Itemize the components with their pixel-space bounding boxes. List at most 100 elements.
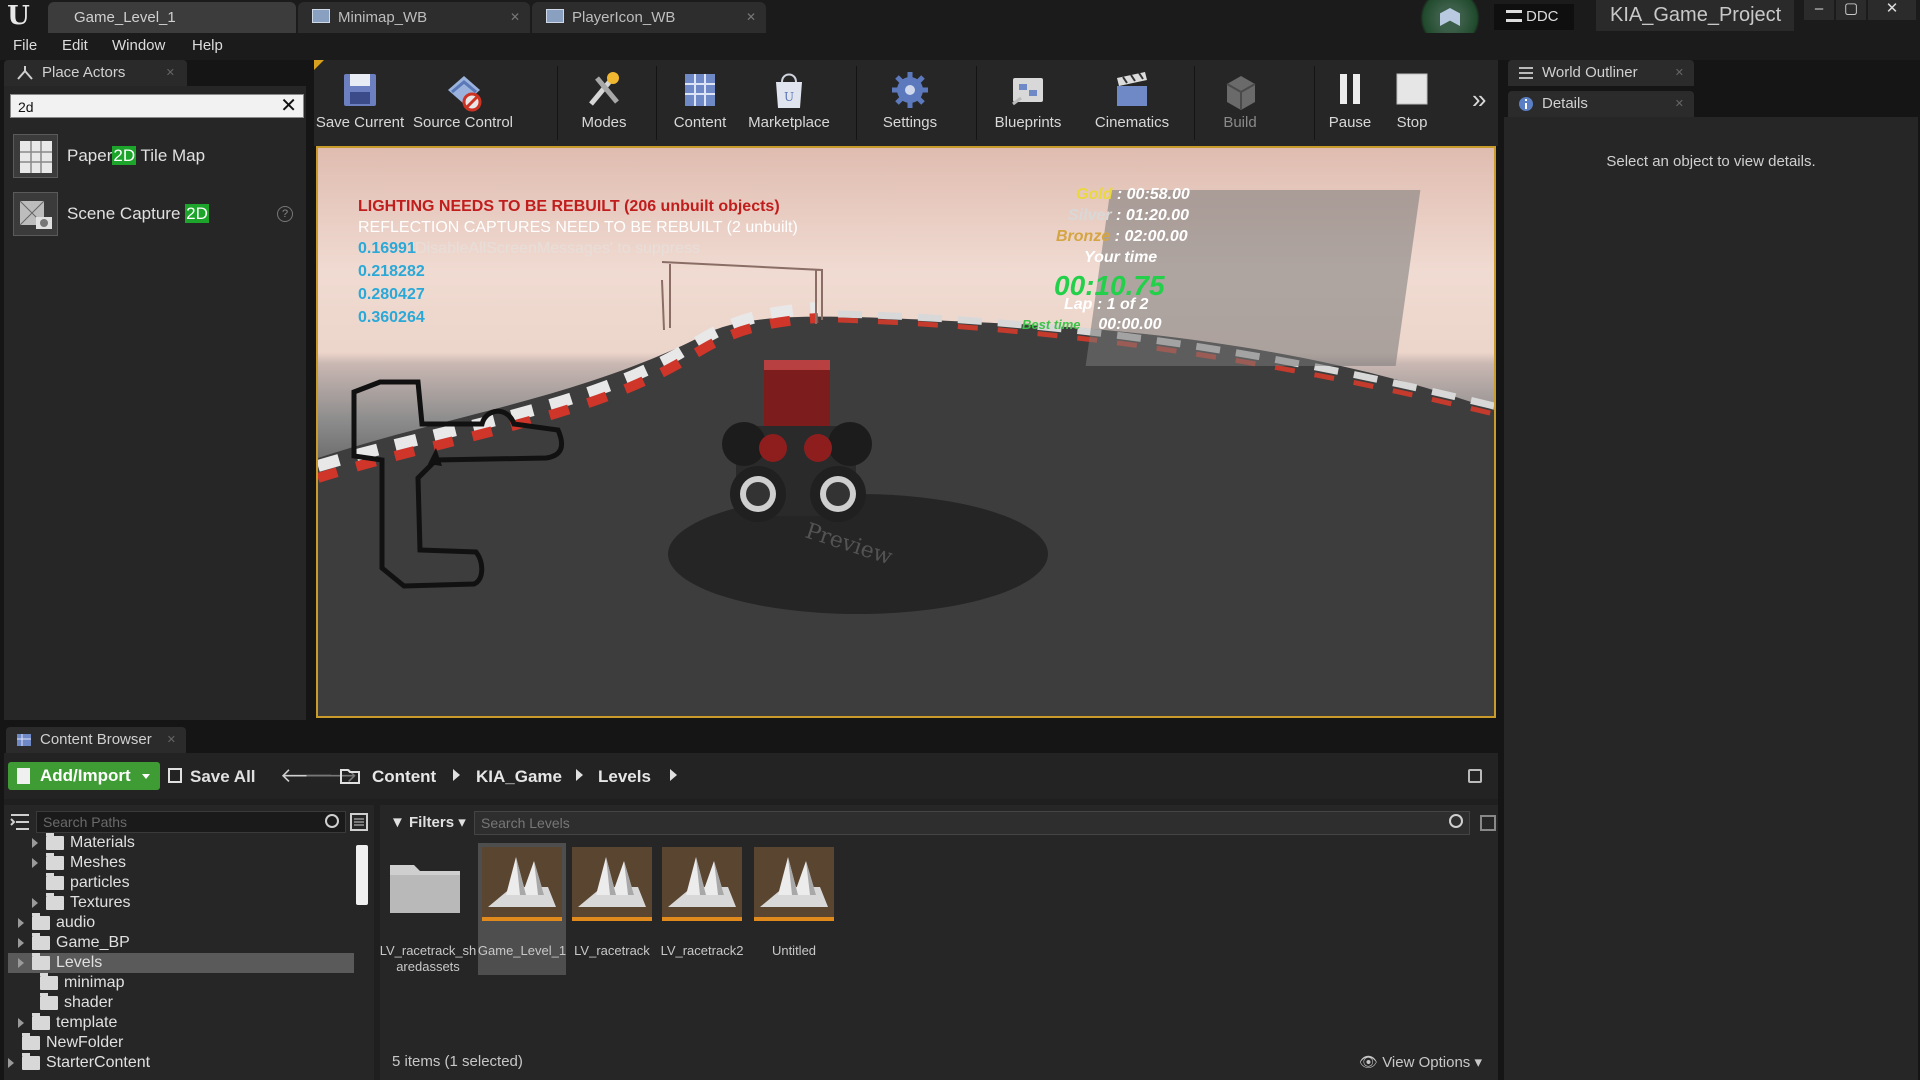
tab-close-icon[interactable]: ✕ [510,2,520,33]
tree-folder-materials[interactable]: Materials [8,833,354,853]
save-search-icon[interactable] [1480,815,1496,831]
search-icon[interactable] [325,814,339,828]
place-actors-tab[interactable]: Place Actors ✕ [4,60,187,86]
expand-arrow-icon[interactable] [8,1058,14,1068]
asset-level-untitled[interactable]: Untitled [750,843,838,975]
actor-item-paper2d-tile-map[interactable]: Paper2D Tile Map [13,134,303,178]
sources-toggle-icon[interactable] [10,813,30,831]
lock-icon[interactable] [1468,769,1482,783]
expand-arrow-icon[interactable] [18,938,24,948]
expand-arrow-icon[interactable] [32,898,38,908]
breadcrumb-separator-icon[interactable] [670,769,677,781]
expand-arrow-icon[interactable] [18,918,24,928]
blueprints-icon [1012,78,1043,106]
view-options-button[interactable]: 👁 View Options ▾ [1359,1053,1482,1071]
tree-folder-minimap[interactable]: minimap [8,973,354,993]
path-view-options-icon[interactable] [350,813,368,831]
tree-folder-shader[interactable]: shader [8,993,354,1013]
breadcrumb-content[interactable]: Content [372,767,436,787]
pause-button[interactable]: Pause [1318,60,1382,146]
asset-level-game-level-1[interactable]: Game_Level_1 [478,843,566,975]
minimize-button[interactable]: – [1804,0,1834,20]
debug-value-2: 0.218282 [358,263,425,280]
tree-folder-audio[interactable]: audio [8,913,354,933]
close-button[interactable]: ✕ [1868,0,1916,20]
tab-close-icon[interactable]: ✕ [166,60,175,86]
suppress-hint-text: 'DisableAllScreenMessages' to suppress [412,240,701,257]
unreal-logo-icon[interactable]: U [2,0,35,33]
maximize-button[interactable]: ▢ [1836,0,1866,20]
ddc-button[interactable]: DDC [1494,4,1574,30]
modes-icon [589,72,619,106]
expand-arrow-icon[interactable] [18,958,24,968]
tree-folder-template[interactable]: template [8,1013,354,1033]
tab-close-icon[interactable]: ✕ [167,727,176,753]
blueprints-button[interactable]: Blueprints [982,60,1074,146]
tab-close-icon[interactable]: ✕ [1675,91,1684,117]
widget-blueprint-icon [546,9,564,23]
add-import-button[interactable]: Add/Import [8,762,160,790]
content-browser-icon [17,734,31,746]
stop-button[interactable]: Stop [1384,60,1440,146]
world-outliner-label: World Outliner [1542,64,1638,81]
breadcrumb-levels[interactable]: Levels [598,767,651,787]
asset-level-lv-racetrack2[interactable]: LV_racetrack2 [658,843,746,975]
tab-close-icon[interactable]: ✕ [746,2,756,33]
save-all-button[interactable]: Save All [168,767,256,787]
filters-button[interactable]: ▼ Filters ▾ [390,813,466,831]
settings-button[interactable]: Settings [862,60,958,146]
menu-window[interactable]: Window [112,37,165,54]
debug-value-3: 0.280427 [358,286,425,303]
tree-folder-meshes[interactable]: Meshes [8,853,354,873]
breadcrumb-separator-icon[interactable] [453,769,460,781]
search-levels-input[interactable]: Search Levels [474,811,1470,835]
menu-file[interactable]: File [13,37,37,54]
expand-arrow-icon[interactable] [32,858,38,868]
content-button[interactable]: Content [660,60,740,146]
world-outliner-tab[interactable]: World Outliner ✕ [1508,60,1694,86]
content-browser-tab[interactable]: Content Browser ✕ [6,727,186,753]
search-paths-input[interactable]: Search Paths [36,811,346,833]
cinematics-button[interactable]: Cinematics [1088,60,1176,146]
marketplace-button[interactable]: U Marketplace [744,60,834,146]
tree-folder-newfolder[interactable]: NewFolder [8,1033,354,1053]
add-file-icon [17,768,30,784]
toolbar-separator [1194,66,1195,140]
help-icon[interactable]: ? [277,206,293,222]
clear-search-icon[interactable]: ✕ [280,95,297,117]
best-time-row: Best time 00:00.00 [1022,316,1162,333]
tab-close-icon[interactable]: ✕ [1675,60,1684,86]
level-viewport[interactable]: LIGHTING NEEDS TO BE REBUILT (206 unbuil… [316,146,1496,718]
source-control-button[interactable]: Source Control [408,60,518,146]
asset-level-lv-racetrack[interactable]: LV_racetrack [568,843,656,975]
tree-folder-startercontent[interactable]: StarterContent [8,1053,354,1073]
expand-arrow-icon[interactable] [32,838,38,848]
tab-game-level-1[interactable]: Game_Level_1 [48,2,296,33]
breadcrumb-separator-icon[interactable] [576,769,583,781]
modes-button[interactable]: Modes [564,60,644,146]
tree-scrollbar[interactable] [356,845,368,905]
expand-arrow-icon[interactable] [18,1018,24,1028]
breadcrumb-kia-game[interactable]: KIA_Game [476,767,562,787]
build-button[interactable]: Build [1200,60,1280,146]
tree-folder-particles[interactable]: particles [8,873,354,893]
tab-playericon-wb[interactable]: PlayerIcon_WB ✕ [532,2,766,33]
place-actors-search-input[interactable]: 2d ✕ [10,94,304,118]
save-current-button[interactable]: Save Current [314,60,406,146]
search-icon[interactable] [1449,814,1463,828]
folder-icon [46,853,64,870]
asset-folder-lv-racetrack-sharedassets[interactable]: LV_racetrack_sharedassets [380,843,476,975]
tree-folder-levels[interactable]: Levels [8,953,354,973]
actor-item-scene-capture-2d[interactable]: Scene Capture 2D ? [13,192,303,236]
toolbar-overflow-icon[interactable]: » [1472,84,1486,115]
tree-folder-game-bp[interactable]: Game_BP [8,933,354,953]
folder-icon [46,833,64,850]
asset-name: LV_racetrack2 [660,943,744,958]
details-tab[interactable]: Details ✕ [1508,91,1694,117]
content-browser-toolbar: Add/Import Save All 🡐 🡒 Content KIA_Game… [4,753,1498,799]
menu-help[interactable]: Help [192,37,223,54]
tab-minimap-wb[interactable]: Minimap_WB ✕ [298,2,530,33]
gold-time-row: Gold : 00:58.00 [1076,186,1190,203]
menu-edit[interactable]: Edit [62,37,88,54]
tree-folder-textures[interactable]: Textures [8,893,354,913]
